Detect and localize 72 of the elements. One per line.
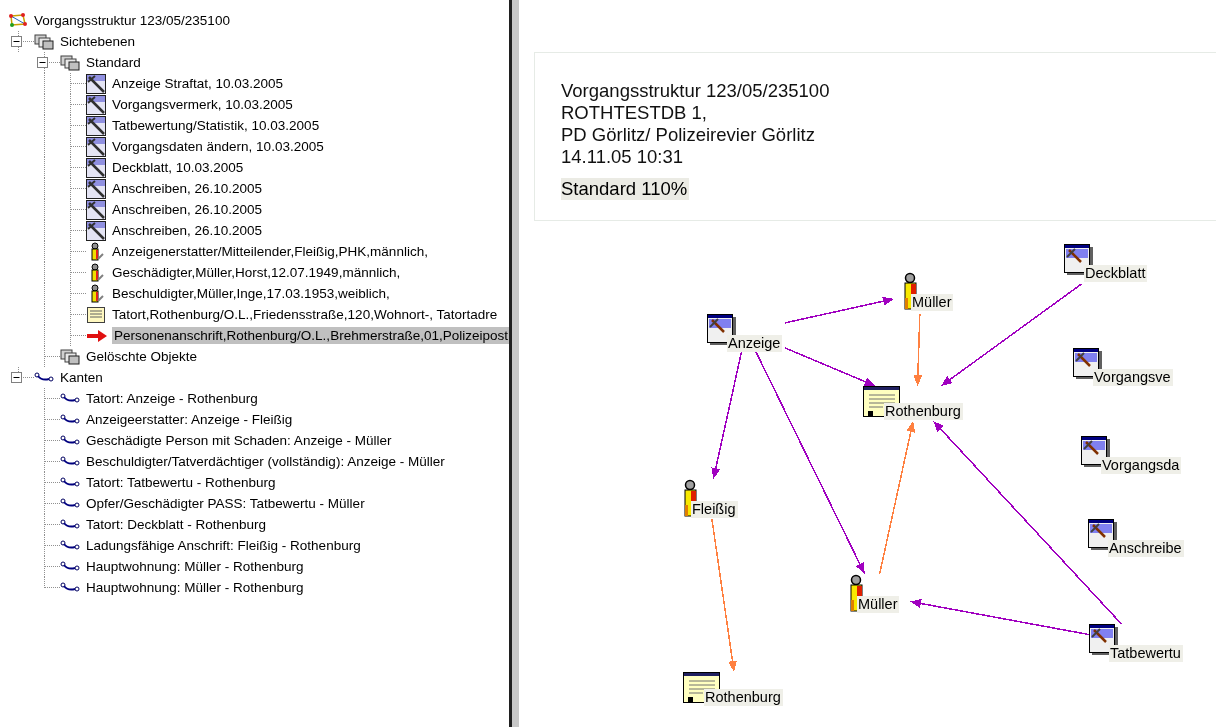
tree-item[interactable]: Kanten	[58, 369, 105, 386]
pickaxe-window-icon	[86, 115, 106, 136]
pickaxe-window-icon	[86, 199, 106, 220]
node-label: Müller	[911, 294, 954, 311]
folders-icon	[60, 53, 80, 72]
tree-item[interactable]: Beschuldigter/Tatverdächtiger (vollständig): Anzeige - Müller	[84, 453, 447, 470]
node-label: Fleißig	[691, 501, 738, 518]
header-line: Vorgangsstruktur 123/05/235100	[561, 80, 830, 102]
tree-item[interactable]: Anschreiben, 26.10.2005	[110, 180, 265, 197]
collapse-toggle[interactable]	[37, 57, 48, 68]
node-label: Tatbewertu	[1109, 645, 1183, 662]
tree-item[interactable]: Anschreiben, 26.10.2005	[110, 201, 265, 218]
tree-item[interactable]: Tatbewertung/Statistik, 10.03.2005	[110, 117, 322, 134]
node-label: Anzeige	[727, 335, 783, 352]
graph-icon	[8, 11, 28, 30]
tree-item[interactable]: Geschädigte Person mit Schaden: Anzeige - Müller	[84, 432, 394, 449]
collapse-toggle[interactable]	[11, 36, 22, 47]
pickaxe-window-icon	[86, 178, 106, 199]
tree-item[interactable]: Hauptwohnung: Müller - Rothenburg	[84, 579, 306, 596]
node-label: Rothenburg	[704, 689, 783, 706]
node-label: Deckblatt	[1084, 265, 1148, 282]
edge-icon	[60, 392, 80, 405]
tree-item[interactable]: Opfer/Geschädigter PASS: Tatbewertu - Müller	[84, 495, 367, 512]
edge-icon	[60, 560, 80, 573]
tree-item[interactable]: Anzeigeerstatter: Anzeige - Fleißig	[84, 411, 295, 428]
node-label: Vorgangsve	[1093, 369, 1173, 386]
tree-item[interactable]: Hauptwohnung: Müller - Rothenburg	[84, 558, 306, 575]
header-line: PD Görlitz/ Polizeirevier Görlitz	[561, 124, 816, 146]
folders-icon	[34, 32, 54, 51]
edge-icon	[34, 371, 54, 384]
header-line: ROTHTESTDB 1,	[561, 102, 708, 124]
note-icon	[86, 304, 106, 325]
folders-icon	[60, 347, 80, 366]
node-label: Vorgangsda	[1101, 457, 1182, 474]
tree-item[interactable]: Anzeige Straftat, 10.03.2005	[110, 75, 286, 92]
tree-item[interactable]: Standard	[84, 54, 143, 71]
arrow-icon	[86, 328, 108, 343]
edge-icon	[60, 497, 80, 510]
pickaxe-window-icon	[86, 73, 106, 94]
edge-icon	[60, 455, 80, 468]
pickaxe-window-icon	[86, 136, 106, 157]
edge-icon	[60, 434, 80, 447]
pickaxe-window-icon	[86, 220, 106, 241]
tree-item[interactable]: Tatort: Tatbewertu - Rothenburg	[84, 474, 278, 491]
tree-item[interactable]: Tatort: Deckblatt - Rothenburg	[84, 516, 269, 533]
tree-item[interactable]: Vorgangsstruktur 123/05/235100	[32, 12, 232, 29]
tree-item[interactable]: Personenanschrift,Rothenburg/O.L.,Brehmerstraße,01,Polizeipost	[112, 327, 509, 344]
node-label: Anschreibe	[1108, 540, 1184, 557]
collapse-toggle[interactable]	[11, 372, 22, 383]
tree-item[interactable]: Tatort: Anzeige - Rothenburg	[84, 390, 260, 407]
tree-item[interactable]: Anschreiben, 26.10.2005	[110, 222, 265, 239]
pickaxe-window-icon	[86, 94, 106, 115]
tree-item[interactable]: Geschädigter,Müller,Horst,12.07.1949,männlich,	[110, 264, 403, 281]
pickaxe-window-icon	[86, 157, 106, 178]
tree-item[interactable]: Gelöschte Objekte	[84, 348, 200, 365]
tree-item[interactable]: Beschuldigter,Müller,Inge,17.03.1953,weiblich,	[110, 285, 392, 302]
tree-item[interactable]: Ladungsfähige Anschrift: Fleißig - Rothenburg	[84, 537, 363, 554]
tree-item[interactable]: Vorgangsdaten ändern, 10.03.2005	[110, 138, 326, 155]
tree-item[interactable]: Sichtebenen	[58, 33, 138, 50]
header-line: 14.11.05 10:31	[561, 146, 685, 168]
edge-icon	[60, 539, 80, 552]
edge-icon	[60, 581, 80, 594]
tree-item[interactable]: Deckblatt, 10.03.2005	[110, 159, 246, 176]
tree-item[interactable]: Vorgangsvermerk, 10.03.2005	[110, 96, 295, 113]
node-label: Rothenburg	[884, 403, 963, 420]
node-label: Müller	[857, 596, 900, 613]
edge-icon	[60, 413, 80, 426]
edge-icon	[60, 476, 80, 489]
tree-item[interactable]: Anzeigenerstatter/Mitteilender,Fleißig,PHK,männlich,	[110, 243, 430, 260]
view-label: Standard 110%	[561, 178, 690, 200]
edge-icon	[60, 518, 80, 531]
tree-item[interactable]: Tatort,Rothenburg/O.L.,Friedensstraße,120,Wohnort-, Tatortadre	[110, 306, 500, 323]
